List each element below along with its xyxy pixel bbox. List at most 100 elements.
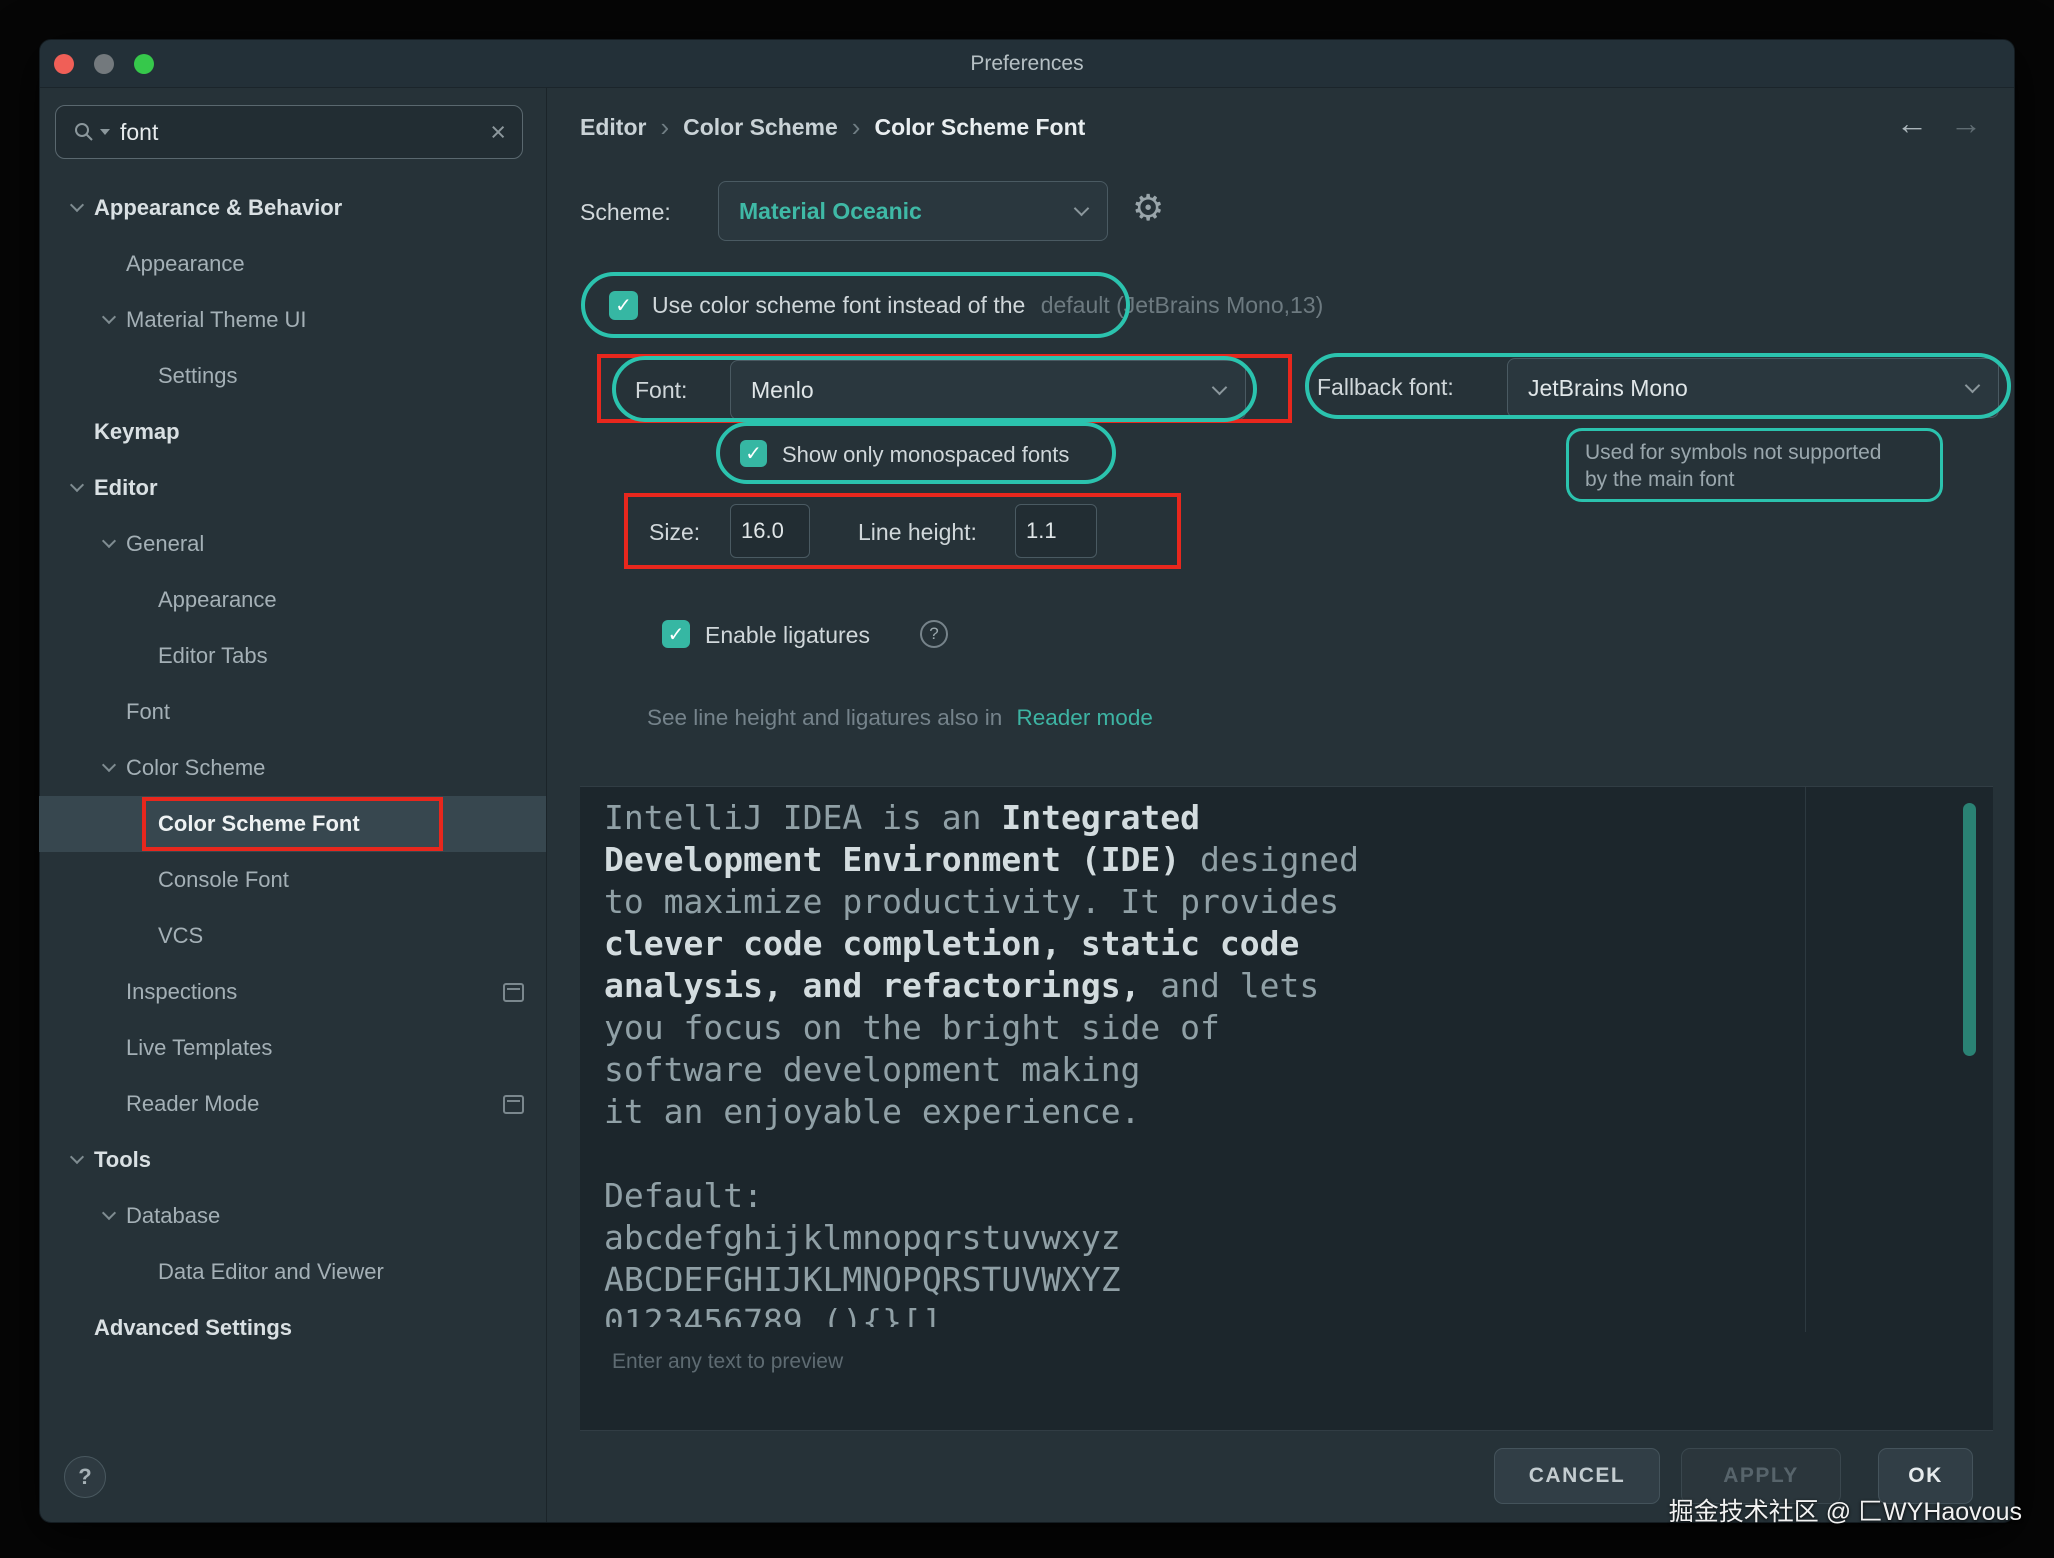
gear-icon[interactable]: ⚙ [1132,188,1164,229]
sidebar-item-label: Reader Mode [126,1091,259,1117]
sidebar-item-console-font[interactable]: Console Font [39,852,546,908]
sidebar-item-label: Appearance [126,251,245,277]
scheme-select[interactable]: Material Oceanic [718,181,1108,241]
scheme-label: Scheme: [580,199,671,226]
checkmark-icon: ✓ [745,441,762,466]
settings-tree: Appearance & Behavior Appearance Material … [39,180,546,1356]
sidebar-item-label: General [126,531,204,557]
sidebar-item-general[interactable]: General [39,516,546,572]
sidebar-item-advanced-settings[interactable]: Advanced Settings [39,1300,546,1356]
sidebar-item-font[interactable]: Font [39,684,546,740]
line-height-label: Line height: [858,519,977,546]
reader-mode-link[interactable]: Reader mode [1017,705,1153,730]
preview-line: software development making [604,1049,1814,1091]
window-title: Preferences [40,40,2014,88]
ligatures-help-icon[interactable]: ? [920,620,948,648]
breadcrumb-item[interactable]: Color Scheme Font [874,114,1085,141]
sidebar-item-label: Settings [158,363,238,389]
preview-line: 0123456789 (){}[] [604,1301,1814,1327]
reader-mode-note: See line height and ligatures also in Re… [647,705,1153,731]
screen: Preferences × Appearance & BehaviorAppea… [0,0,2054,1558]
sidebar-item-keymap[interactable]: Keymap [39,404,546,460]
sidebar-item-reader-mode[interactable]: Reader Mode [39,1076,546,1132]
breadcrumb-separator: › [660,112,669,143]
use-color-scheme-font-checkbox[interactable]: ✓ [609,291,638,320]
scrollbar-thumb[interactable] [1963,803,1976,1056]
preview-line: Development Environment (IDE) designed [604,839,1814,881]
preview-placeholder: Enter any text to preview [612,1350,843,1374]
sidebar-item-settings[interactable]: Settings [39,348,546,404]
sidebar-item-label: Tools [94,1147,151,1173]
sidebar-item-label: Material Theme UI [126,307,307,333]
breadcrumb-item[interactable]: Editor [580,114,646,141]
sidebar-item-vcs[interactable]: VCS [39,908,546,964]
panel-icon[interactable] [503,1095,524,1114]
panel-icon[interactable] [503,983,524,1002]
line-height-input[interactable] [1015,504,1097,558]
preview-line: Default: [604,1175,1814,1217]
forward-arrow-icon[interactable]: → [1950,104,1982,142]
sidebar-item-appearance[interactable]: Appearance [39,572,546,628]
sidebar-item-data-editor-and-viewer[interactable]: Data Editor and Viewer [39,1244,546,1300]
breadcrumb: Editor › Color Scheme › Color Scheme Font [580,112,1085,142]
preview-line: analysis, and refactorings, and lets [604,965,1814,1007]
back-arrow-icon[interactable]: ← [1896,104,1928,142]
search-input[interactable] [120,119,490,146]
help-button[interactable]: ? [64,1456,106,1498]
enable-ligatures-checkbox[interactable]: ✓ [662,620,690,648]
chevron-down-icon[interactable] [102,534,116,548]
breadcrumb-separator: › [852,112,861,143]
settings-search-box[interactable]: × [55,105,523,159]
sidebar-item-editor[interactable]: Editor [39,460,546,516]
sidebar-item-label: Data Editor and Viewer [158,1259,384,1285]
preview-line: clever code completion, static code [604,923,1814,965]
font-select[interactable]: Menlo [730,360,1246,420]
sidebar-item-tools[interactable]: Tools [39,1132,546,1188]
sidebar-item-appearance[interactable]: Appearance [39,236,546,292]
chevron-down-icon [1965,377,1981,393]
sidebar-item-color-scheme-font[interactable]: Color Scheme Font [39,796,546,852]
clear-search-icon[interactable]: × [490,119,506,146]
breadcrumb-item[interactable]: Color Scheme [683,114,838,141]
sidebar-item-color-scheme[interactable]: Color Scheme [39,740,546,796]
sidebar-item-label: Advanced Settings [94,1315,292,1341]
checkmark-icon: ✓ [668,622,685,647]
chevron-down-icon [1212,379,1228,395]
enable-ligatures-label: Enable ligatures [705,622,870,649]
sidebar-item-label: Appearance [158,587,277,613]
sidebar-item-appearance-behavior[interactable]: Appearance & Behavior [39,180,546,236]
chevron-down-icon[interactable] [70,478,84,492]
chevron-down-icon[interactable] [102,310,116,324]
chevron-down-icon[interactable] [102,1206,116,1220]
sidebar-item-label: Editor Tabs [158,643,268,669]
fallback-font-select[interactable]: JetBrains Mono [1507,358,1999,418]
chevron-down-icon[interactable] [70,198,84,212]
preview-line: ABCDEFGHIJKLMNOPQRSTUVWXYZ [604,1259,1814,1301]
preview-line: abcdefghijklmnopqrstuvwxyz [604,1217,1814,1259]
search-icon [72,120,96,144]
chevron-down-icon [1074,200,1090,216]
font-label: Font: [635,377,687,404]
chevron-down-icon[interactable] [70,1150,84,1164]
sidebar-item-label: Keymap [94,419,180,445]
font-preview-area[interactable]: IntelliJ IDEA is an IntegratedDevelopmen… [580,786,1993,1431]
sidebar-item-label: Editor [94,475,158,501]
sidebar-item-database[interactable]: Database [39,1188,546,1244]
cancel-button[interactable]: CANCEL [1494,1448,1660,1504]
title-bar: Preferences [40,40,2014,88]
scheme-value: Material Oceanic [739,198,922,225]
sidebar-item-editor-tabs[interactable]: Editor Tabs [39,628,546,684]
size-input[interactable] [730,504,810,558]
sidebar-item-label: Live Templates [126,1035,272,1061]
sidebar-item-live-templates[interactable]: Live Templates [39,1020,546,1076]
search-options-chevron-icon[interactable] [100,129,110,135]
monospaced-only-checkbox[interactable]: ✓ [740,440,767,467]
sidebar-item-inspections[interactable]: Inspections [39,964,546,1020]
sidebar-item-label: Database [126,1203,220,1229]
chevron-down-icon[interactable] [102,758,116,772]
checkmark-icon: ✓ [615,293,632,318]
sidebar-divider [546,88,547,1522]
size-label: Size: [649,519,700,546]
sidebar-item-material-theme-ui[interactable]: Material Theme UI [39,292,546,348]
watermark: 掘金技术社区 @ 匚WYHaovous [1669,1492,2022,1528]
